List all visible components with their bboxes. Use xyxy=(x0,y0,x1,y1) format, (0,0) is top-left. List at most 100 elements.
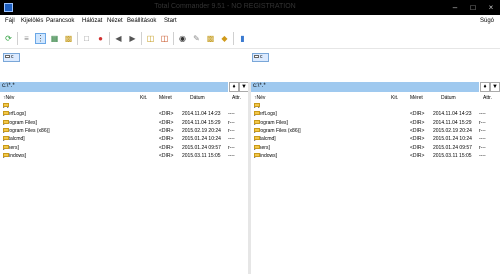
file-date: 2015.03.11 15:05 xyxy=(433,152,472,159)
file-name: [totalcmd] xyxy=(3,136,25,143)
up-folder-icon xyxy=(254,103,260,107)
menu-network[interactable]: Hálózat xyxy=(82,18,102,24)
file-name: [Program Files] xyxy=(254,119,288,126)
col-date[interactable]: Dátum xyxy=(190,95,205,101)
file-size: <DIR> xyxy=(410,136,425,143)
file-attr: ---- xyxy=(479,152,486,159)
col-ext[interactable]: Kit. xyxy=(391,95,398,101)
file-attr: ---- xyxy=(228,152,235,159)
file-name: [Program Files (x86)] xyxy=(254,127,301,134)
file-attr: r--- xyxy=(228,127,235,134)
file-row[interactable]: [totalcmd] <DIR> 2015.01.24 10:24 ---- xyxy=(251,136,499,144)
menu-select[interactable]: Kijelölés xyxy=(21,18,43,24)
invert-selection-icon[interactable]: □ xyxy=(81,33,92,44)
file-row[interactable]: [..] xyxy=(0,103,248,111)
file-attr: ---- xyxy=(479,136,486,143)
file-row[interactable]: [..] xyxy=(251,103,499,111)
menu-view[interactable]: Nézet xyxy=(107,18,123,24)
file-attr: r--- xyxy=(479,119,486,126)
menu-commands[interactable]: Parancsok xyxy=(46,18,74,24)
col-attr[interactable]: Attr. xyxy=(483,95,492,101)
folder-icon xyxy=(254,152,260,157)
file-attr: r--- xyxy=(479,127,486,134)
left-drive-button[interactable]: c xyxy=(3,53,20,62)
close-icon[interactable]: × xyxy=(482,0,500,15)
file-row[interactable]: [Program Files] <DIR> 2014.11.04 15:29 r--- xyxy=(251,119,499,128)
file-name: [PerfLogs] xyxy=(254,111,277,118)
rename-icon[interactable]: ✎ xyxy=(191,33,202,44)
file-row[interactable]: [Program Files (x86)] <DIR> 2015.02.19 20:… xyxy=(251,127,499,136)
brief-view-icon[interactable]: ≡ xyxy=(21,33,32,44)
file-row[interactable]: [totalcmd] <DIR> 2015.01.24 10:24 ---- xyxy=(0,136,248,144)
right-path-bar[interactable]: c:\*.* xyxy=(251,82,479,92)
thumbnails-icon[interactable]: ▩ xyxy=(63,33,74,44)
file-size: <DIR> xyxy=(410,111,425,118)
col-name[interactable]: ↑Név xyxy=(254,95,265,101)
folder-icon xyxy=(254,144,260,149)
forward-icon[interactable]: ▶ xyxy=(127,33,138,44)
menu-file[interactable]: Fájl xyxy=(5,18,15,24)
file-size: <DIR> xyxy=(159,152,174,159)
file-name: [..] xyxy=(3,103,9,109)
app-icon[interactable] xyxy=(4,3,13,12)
folder-icon xyxy=(254,127,260,132)
select-all-icon[interactable]: ● xyxy=(95,33,106,44)
menu-help[interactable]: Súgó xyxy=(480,18,494,24)
folder-icon xyxy=(3,144,9,149)
search-icon[interactable]: ◉ xyxy=(177,33,188,44)
pack-icon[interactable]: ◫ xyxy=(145,33,156,44)
file-size: <DIR> xyxy=(159,136,174,143)
detailed-view-icon[interactable]: ⋮ xyxy=(35,33,46,44)
up-folder-icon xyxy=(3,103,9,107)
unpack-icon[interactable]: ◫ xyxy=(159,33,170,44)
file-name: [totalcmd] xyxy=(254,136,276,143)
file-row[interactable]: [PerfLogs] <DIR> 2014.11.04 14:23 ---- xyxy=(0,111,248,119)
maximize-icon[interactable]: □ xyxy=(464,0,482,15)
col-size[interactable]: Méret xyxy=(410,95,423,101)
file-row[interactable]: [PerfLogs] <DIR> 2014.11.04 14:23 ---- xyxy=(251,111,499,119)
left-history-button[interactable]: ♦ xyxy=(229,82,239,92)
folder-icon xyxy=(3,152,9,157)
file-row[interactable]: [Windows] <DIR> 2015.03.11 15:05 ---- xyxy=(0,152,248,161)
file-row[interactable]: [Users] <DIR> 2015.01.24 09:57 r--- xyxy=(251,144,499,153)
menu-settings[interactable]: Beállítások xyxy=(127,18,156,24)
back-icon[interactable]: ◀ xyxy=(113,33,124,44)
folder-icon xyxy=(3,127,9,132)
col-size[interactable]: Méret xyxy=(159,95,172,101)
file-size: <DIR> xyxy=(410,119,425,126)
folder-icon xyxy=(254,111,260,116)
compare-icon[interactable]: ◆ xyxy=(219,33,230,44)
left-path-bar[interactable]: c:\*.* xyxy=(0,82,228,92)
file-row[interactable]: [Windows] <DIR> 2015.03.11 15:05 ---- xyxy=(251,152,499,161)
col-name[interactable]: ↑Név xyxy=(3,95,14,101)
right-history-button[interactable]: ♦ xyxy=(480,82,490,92)
right-hotlist-button[interactable]: ▼ xyxy=(490,82,500,92)
notepad-icon[interactable]: ▮ xyxy=(237,33,248,44)
file-row[interactable]: [Program Files] <DIR> 2014.11.04 15:29 r--- xyxy=(0,119,248,128)
toolbar: ⟳ ≡ ⋮ ▦ ▩ □ ● ◀ ▶ ◫ ◫ ◉ ✎ ▩ ◆ ▮ xyxy=(0,29,500,49)
file-date: 2014.11.04 15:29 xyxy=(433,119,472,126)
file-date: 2015.01.24 10:24 xyxy=(182,136,221,143)
menu-start[interactable]: Start xyxy=(164,18,177,24)
file-attr: r--- xyxy=(228,144,235,151)
file-row[interactable]: [Program Files (x86)] <DIR> 2015.02.19 20:… xyxy=(0,127,248,136)
file-date: 2014.11.04 14:23 xyxy=(182,111,221,118)
drive-icon xyxy=(254,55,259,59)
file-date: 2014.11.04 14:23 xyxy=(433,111,472,118)
right-path: c:\*.* xyxy=(253,83,266,89)
minimize-icon[interactable]: – xyxy=(446,0,464,15)
col-date[interactable]: Dátum xyxy=(441,95,456,101)
refresh-icon[interactable]: ⟳ xyxy=(3,33,14,44)
right-drive-button[interactable]: c xyxy=(252,53,269,62)
tree-view-icon[interactable]: ▦ xyxy=(49,33,60,44)
sync-dirs-icon[interactable]: ▩ xyxy=(205,33,216,44)
file-attr: r--- xyxy=(228,119,235,126)
col-attr[interactable]: Attr. xyxy=(232,95,241,101)
file-size: <DIR> xyxy=(410,152,425,159)
file-attr: ---- xyxy=(479,111,486,118)
file-attr: ---- xyxy=(228,111,235,118)
file-row[interactable]: [Users] <DIR> 2015.01.24 09:57 r--- xyxy=(0,144,248,153)
col-ext[interactable]: Kit. xyxy=(140,95,147,101)
file-name: [Windows] xyxy=(3,152,27,159)
file-size: <DIR> xyxy=(410,127,425,134)
